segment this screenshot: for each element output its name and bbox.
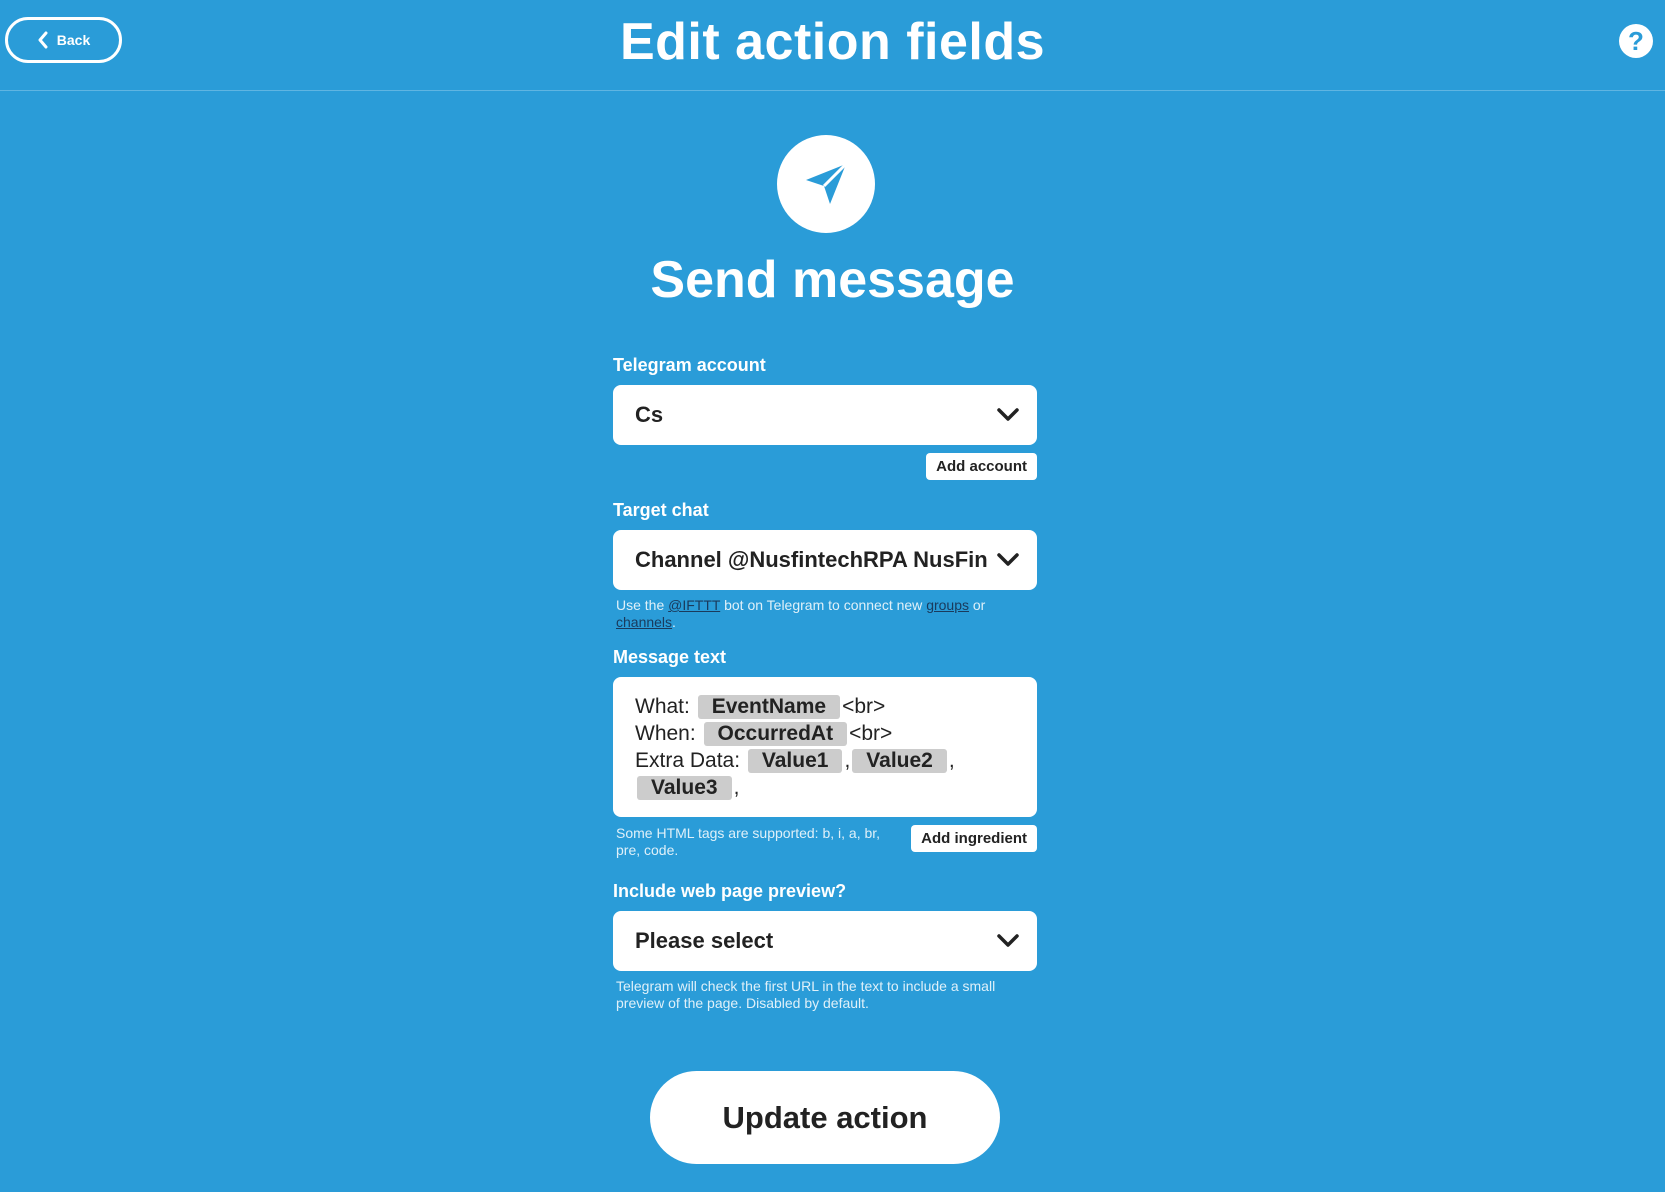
message-text-segment: , [844, 749, 851, 772]
message-text-input[interactable]: What: EventName <br> When: OccurredAt <br>… [613, 677, 1037, 817]
preview-helper: Telegram will check the first URL in the… [616, 978, 996, 1011]
add-ingredient-button[interactable]: Add ingredient [911, 825, 1037, 852]
chevron-down-icon [997, 408, 1019, 421]
message-text-segment: <br> [842, 695, 886, 718]
page-title: Edit action fields [619, 13, 1046, 71]
account-select-value: Cs [635, 402, 664, 427]
help-icon[interactable]: ? [1619, 24, 1653, 58]
update-action-button[interactable]: Update action [650, 1071, 1000, 1164]
ingredient-pill[interactable]: OccurredAt [703, 722, 848, 746]
target-chat-label: Target chat [613, 500, 709, 520]
ingredient-pill[interactable]: EventName [697, 695, 841, 719]
helper-text: bot on Telegram to connect new [720, 597, 927, 613]
helper-text: or [969, 597, 986, 613]
message-line: What: EventName <br> [635, 693, 1015, 720]
account-label: Telegram account [613, 355, 766, 375]
message-text-segment: <br> [849, 722, 893, 745]
target-chat-select-value: Channel @NusfintechRPA NusFintech [635, 547, 987, 572]
message-text-segment: Extra Data: [635, 749, 746, 772]
message-text-segment: What: [635, 695, 696, 718]
message-helper: Some HTML tags are supported: b, i, a, b… [616, 825, 881, 858]
chevron-down-icon [997, 553, 1019, 566]
preview-select-value: Please select [635, 928, 774, 953]
message-text-label: Message text [613, 647, 727, 667]
message-text-segment: , [733, 776, 740, 799]
message-line: Value3, [635, 774, 1015, 801]
action-title: Send message [650, 251, 1015, 309]
target-chat-helper: Use the @IFTTT bot on Telegram to connec… [613, 597, 1037, 631]
ingredient-pill[interactable]: Value3 [637, 776, 732, 800]
message-text-segment: When: [635, 722, 702, 745]
channels-link[interactable]: channels [616, 614, 672, 630]
action-fields-form: Telegram account Cs Add account Target c… [613, 355, 1037, 1012]
helper-text: Use the [616, 597, 669, 613]
add-account-button[interactable]: Add account [926, 453, 1037, 480]
header-bar: Back Edit action fields ? [0, 0, 1665, 91]
message-line: Extra Data: Value1, Value2, [635, 747, 1015, 774]
ifttt-bot-link[interactable]: @IFTTT [668, 597, 720, 613]
preview-select[interactable]: Please select [613, 911, 1037, 971]
preview-label: Include web page preview? [613, 881, 847, 901]
ingredient-pill[interactable]: Value1 [747, 749, 843, 773]
helper-text: . [672, 614, 676, 630]
chevron-down-icon [997, 934, 1019, 947]
message-text-segment: , [948, 749, 955, 772]
message-line: When: OccurredAt <br> [635, 720, 1015, 747]
ingredient-pill[interactable]: Value2 [852, 749, 947, 773]
target-chat-select[interactable]: Channel @NusfintechRPA NusFintech [613, 530, 1037, 590]
account-select[interactable]: Cs [613, 385, 1037, 445]
groups-link[interactable]: groups [926, 597, 969, 613]
telegram-paper-plane-icon [777, 135, 875, 233]
